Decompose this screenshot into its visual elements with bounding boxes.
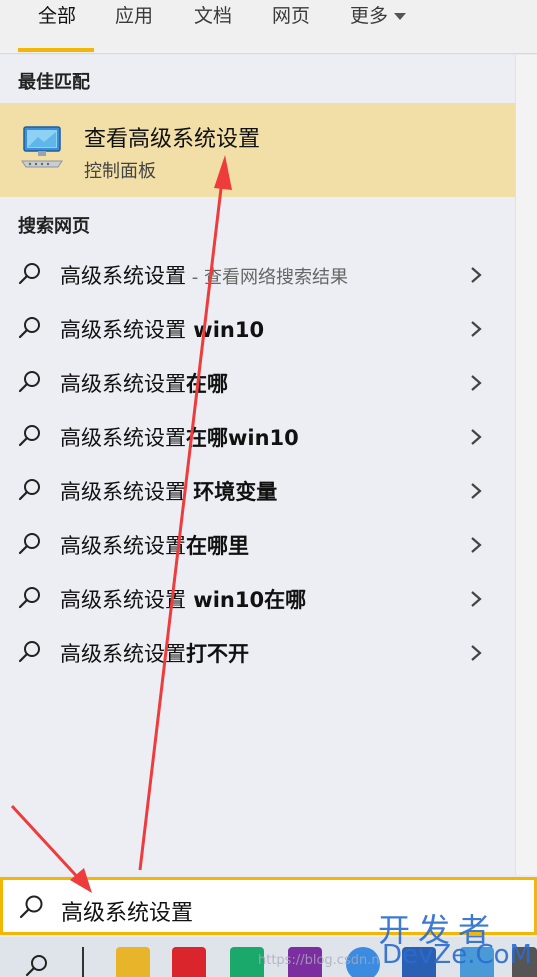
search-icon <box>18 641 40 663</box>
web-search-suggestion[interactable]: 高级系统设置 win10在哪 <box>0 572 515 626</box>
chevron-right-icon[interactable] <box>466 588 486 610</box>
chevron-right-icon[interactable] <box>466 372 486 394</box>
suggestion-text: 高级系统设置打不开 <box>60 638 249 668</box>
search-icon <box>18 371 40 393</box>
best-match-heading: 最佳匹配 <box>18 72 90 93</box>
suggestion-query: 高级系统设置 <box>60 264 186 288</box>
youdao-icon[interactable] <box>172 947 206 977</box>
watermark-logo: DevZe.CoM <box>382 940 532 970</box>
web-search-heading: 搜索网页 <box>18 216 90 237</box>
search-icon <box>18 479 40 501</box>
control-panel-monitor-icon <box>21 126 63 168</box>
suggestion-completion: 打不开 <box>186 642 249 666</box>
tab-more-label: 更多 <box>350 5 389 27</box>
best-match-title: 查看高级系统设置 <box>84 127 261 152</box>
suggestion-completion: 在哪里 <box>186 534 249 558</box>
web-search-suggestion[interactable]: 高级系统设置在哪win10 <box>0 410 515 464</box>
chevron-right-icon[interactable] <box>466 318 486 340</box>
search-icon <box>18 263 40 285</box>
suggestion-text: 高级系统设置 环境变量 <box>60 476 277 506</box>
search-input[interactable]: 高级系统设置 <box>61 895 193 927</box>
chevron-right-icon[interactable] <box>466 264 486 286</box>
tab-all[interactable]: 全部 <box>38 2 76 30</box>
suggestion-query: 高级系统设置 <box>60 534 186 558</box>
web-search-suggestion[interactable]: 高级系统设置在哪 <box>0 356 515 410</box>
suggestion-text: 高级系统设置 win10 <box>60 314 264 344</box>
search-icon <box>18 317 40 339</box>
suggestion-text: 高级系统设置 - 查看网络搜索结果 <box>60 260 348 290</box>
suggestion-text: 高级系统设置 win10在哪 <box>60 584 306 614</box>
suggestion-text: 高级系统设置在哪里 <box>60 530 249 560</box>
tab-documents[interactable]: 文档 <box>194 2 232 30</box>
search-icon <box>18 587 40 609</box>
chevron-right-icon[interactable] <box>466 480 486 502</box>
best-match-item[interactable]: 查看高级系统设置 控制面板 <box>0 103 515 197</box>
chevron-right-icon[interactable] <box>466 426 486 448</box>
taskbar-search-icon[interactable] <box>24 953 50 977</box>
web-search-suggestion[interactable]: 高级系统设置 环境变量 <box>0 464 515 518</box>
tab-more[interactable]: 更多 <box>350 2 407 30</box>
active-tab-indicator <box>18 48 94 52</box>
chevron-right-icon[interactable] <box>466 642 486 664</box>
tab-web[interactable]: 网页 <box>272 2 310 30</box>
web-search-suggestion[interactable]: 高级系统设置在哪里 <box>0 518 515 572</box>
suggestion-completion: - 查看网络搜索结果 <box>186 267 348 288</box>
suggestion-completion: win10 <box>186 318 265 342</box>
scope-tab-bar: 全部 应用 文档 网页 更多 <box>0 0 537 54</box>
suggestion-query: 高级系统设置 <box>60 588 186 612</box>
file-explorer-icon[interactable] <box>116 947 150 977</box>
suggestion-completion: 环境变量 <box>186 480 278 504</box>
chevron-right-icon[interactable] <box>466 534 486 556</box>
web-search-suggestion[interactable]: 高级系统设置打不开 <box>0 626 515 680</box>
suggestion-query: 高级系统设置 <box>60 642 186 666</box>
suggestion-query: 高级系统设置 <box>60 480 186 504</box>
suggestion-query: 高级系统设置 <box>60 426 186 450</box>
web-search-suggestion[interactable]: 高级系统设置 - 查看网络搜索结果 <box>0 248 515 302</box>
best-match-subtitle: 控制面板 <box>84 161 156 182</box>
suggestion-completion: 在哪win10 <box>186 426 299 450</box>
tab-apps[interactable]: 应用 <box>115 2 153 30</box>
suggestion-query: 高级系统设置 <box>60 318 186 342</box>
suggestion-completion: 在哪 <box>186 372 228 396</box>
suggestion-text: 高级系统设置在哪win10 <box>60 422 299 452</box>
preview-pane-edge <box>515 55 537 875</box>
search-icon <box>18 425 40 447</box>
search-icon <box>18 533 40 555</box>
web-search-suggestion[interactable]: 高级系统设置 win10 <box>0 302 515 356</box>
watermark-url: https://blog.csdn.n <box>258 953 380 968</box>
suggestion-text: 高级系统设置在哪 <box>60 368 228 398</box>
search-icon <box>19 895 43 919</box>
suggestion-completion: win10在哪 <box>186 588 307 612</box>
taskbar-divider <box>82 947 84 977</box>
chevron-down-icon <box>394 13 407 20</box>
suggestion-query: 高级系统设置 <box>60 372 186 396</box>
